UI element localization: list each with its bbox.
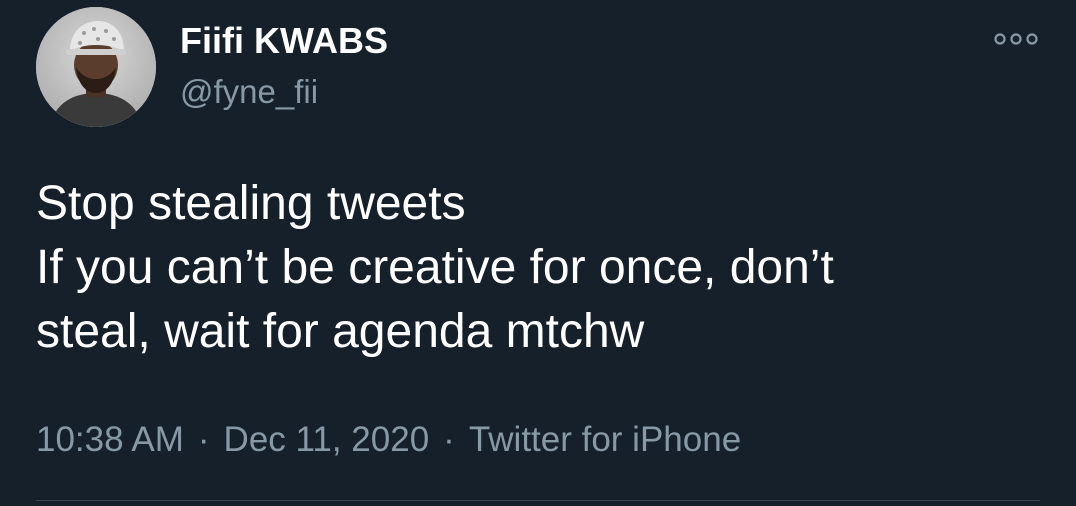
separator-dot: · bbox=[443, 420, 455, 459]
tweet-source[interactable]: Twitter for iPhone bbox=[469, 420, 741, 459]
tweet-time[interactable]: 10:38 AM bbox=[36, 420, 184, 459]
avatar[interactable] bbox=[36, 7, 156, 127]
tweet-text: Stop stealing tweets If you can’t be cre… bbox=[36, 172, 1046, 364]
profile-photo-icon bbox=[36, 7, 156, 127]
display-name[interactable]: Fiifi KWABS bbox=[180, 20, 388, 62]
user-handle[interactable]: @fyne_fii bbox=[180, 72, 318, 112]
divider bbox=[36, 500, 1040, 501]
separator-dot: · bbox=[197, 420, 210, 459]
tweet-text-line: Stop stealing tweets bbox=[36, 177, 466, 230]
tweet-text-line: If you can’t be creative for once, don’t bbox=[36, 241, 834, 294]
more-options-icon bbox=[994, 33, 1038, 45]
more-options-button[interactable] bbox=[990, 24, 1042, 54]
tweet-date[interactable]: Dec 11, 2020 bbox=[224, 420, 430, 459]
tweet-metadata: 10:38 AM · Dec 11, 2020 · Twitter for iPhone bbox=[36, 418, 741, 462]
tweet: Fiifi KWABS @fyne_fii Stop stealing twee… bbox=[0, 0, 1076, 506]
tweet-text-line: steal, wait for agenda mtchw bbox=[36, 305, 645, 358]
